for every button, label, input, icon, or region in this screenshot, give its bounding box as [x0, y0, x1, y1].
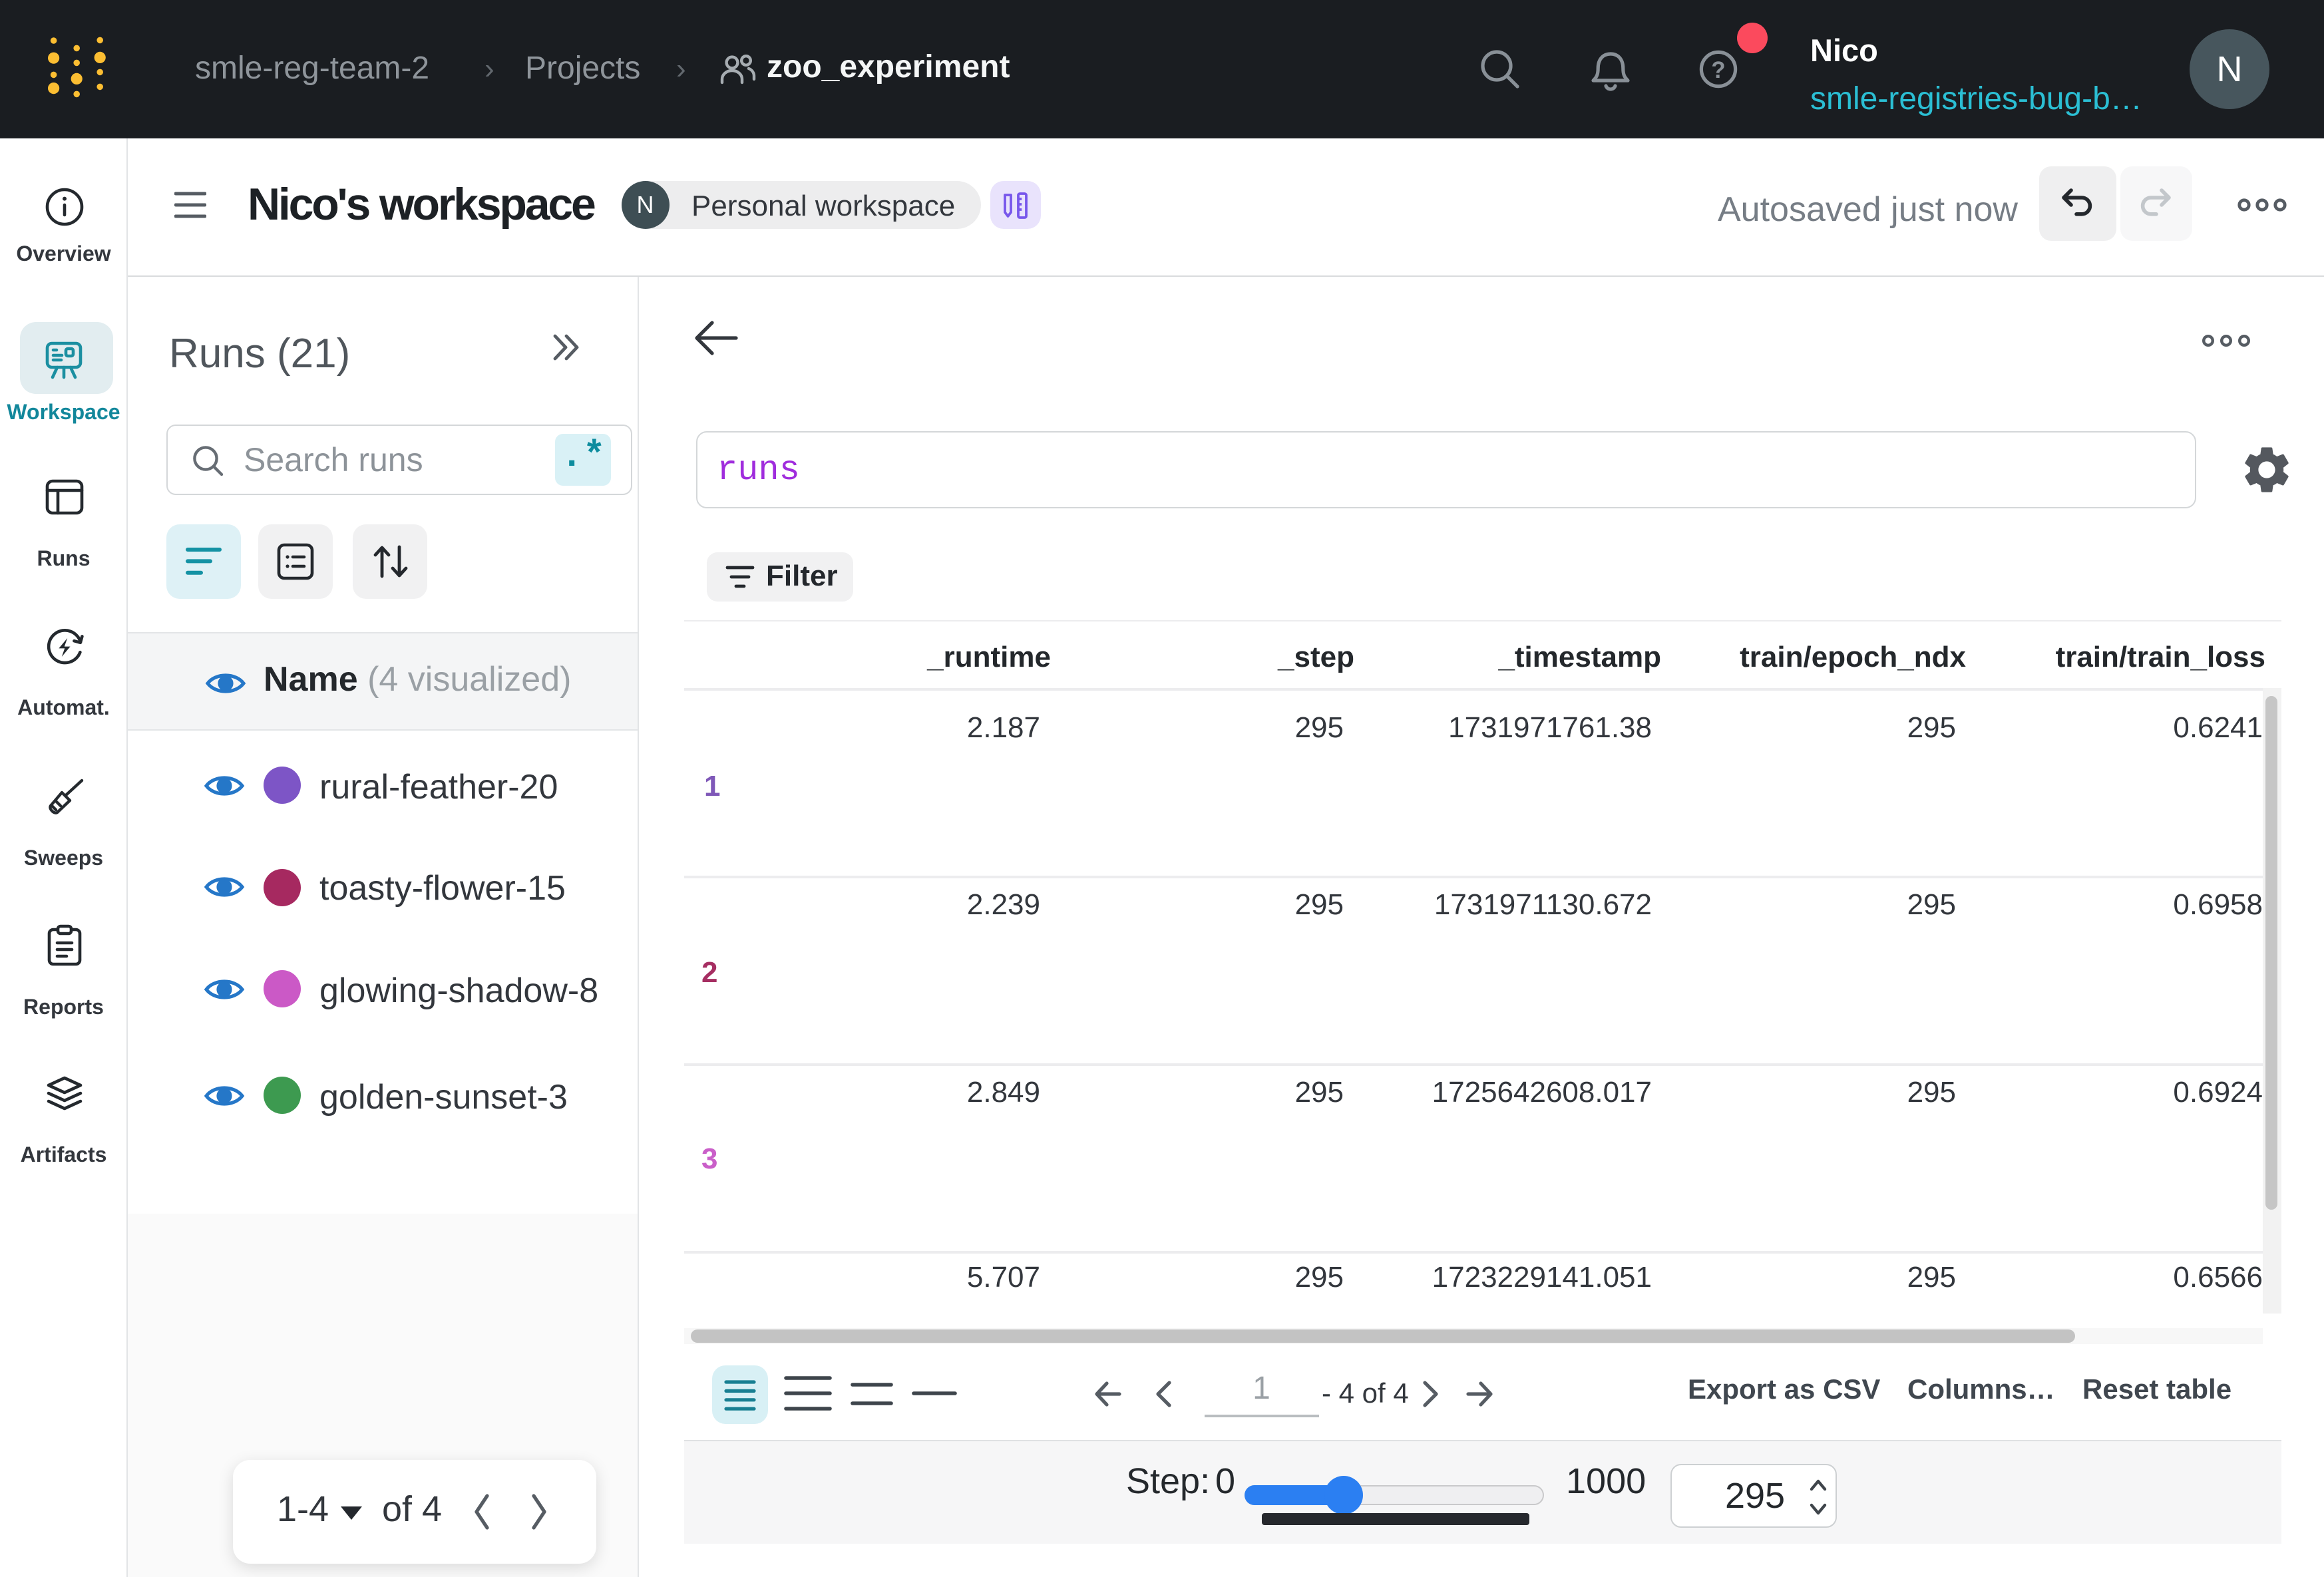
svg-text:?: ?: [1711, 57, 1725, 83]
